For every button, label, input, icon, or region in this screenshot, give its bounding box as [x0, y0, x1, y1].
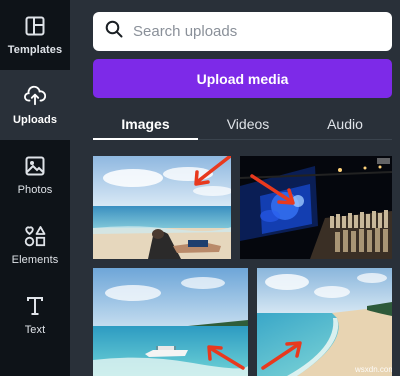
upload-media-button[interactable]: Upload media — [93, 59, 392, 98]
sidebar-item-label: Uploads — [12, 113, 58, 126]
sidebar-item-label: Text — [24, 323, 46, 336]
search-box[interactable] — [93, 12, 392, 51]
image-thumbnail-beach-lounging[interactable] — [93, 156, 231, 259]
templates-icon — [24, 15, 46, 37]
sidebar-item-elements[interactable]: Elements — [0, 210, 70, 280]
elements-icon — [24, 225, 46, 247]
tab-images[interactable]: Images — [93, 108, 198, 140]
search-icon — [105, 20, 123, 43]
watermark-text: wsxdn.com — [354, 365, 392, 374]
image-thumbnail-beach-shore[interactable]: wsxdn.com — [257, 268, 392, 376]
uploads-icon — [24, 85, 46, 107]
tab-videos[interactable]: Videos — [198, 108, 298, 140]
media-tabs: Images Videos Audio — [93, 108, 392, 140]
image-thumbnail-beach-boat[interactable] — [93, 268, 248, 376]
search-input[interactable] — [133, 23, 373, 40]
sidebar: Templates Uploads Photos Elements Text — [0, 0, 70, 376]
photos-icon — [24, 155, 46, 177]
sidebar-item-photos[interactable]: Photos — [0, 140, 70, 210]
sidebar-item-label: Templates — [7, 43, 63, 56]
image-thumbnail-concert[interactable] — [240, 156, 392, 259]
active-tab-indicator — [93, 138, 198, 140]
text-icon — [24, 295, 46, 317]
sidebar-item-uploads[interactable]: Uploads — [0, 70, 70, 140]
sidebar-item-label: Elements — [11, 253, 59, 266]
sidebar-item-templates[interactable]: Templates — [0, 0, 70, 70]
sidebar-item-text[interactable]: Text — [0, 280, 70, 350]
tab-audio[interactable]: Audio — [298, 108, 392, 140]
uploads-panel: Upload media Images Videos Audio — [70, 0, 400, 376]
tabs-divider — [198, 139, 392, 140]
sidebar-item-label: Photos — [17, 183, 53, 196]
